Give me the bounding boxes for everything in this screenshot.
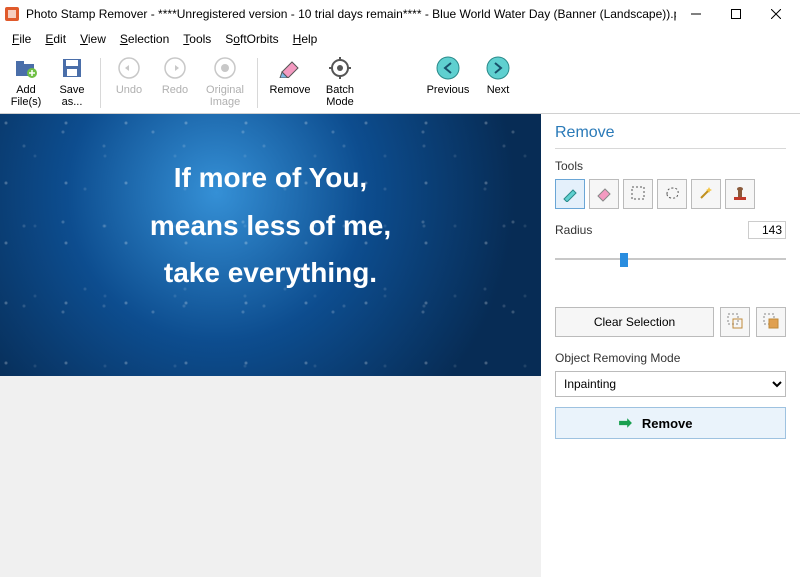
mode-label: Object Removing Mode	[555, 351, 786, 365]
canvas-area[interactable]: If more of You, means less of me, take e…	[0, 114, 541, 577]
radius-value[interactable]: 143	[748, 221, 786, 239]
next-button[interactable]: Next	[476, 54, 520, 110]
stamp-icon	[731, 184, 749, 205]
overlay-line-2: means less of me,	[0, 202, 541, 250]
stamp-tool[interactable]	[725, 179, 755, 209]
remove-button-toolbar[interactable]: Remove	[264, 54, 316, 110]
folder-plus-icon	[12, 54, 40, 82]
add-files-label: Add File(s)	[4, 84, 48, 108]
selection-tool-row	[555, 179, 786, 209]
undo-icon	[115, 54, 143, 82]
menu-edit[interactable]: Edit	[39, 30, 72, 48]
original-image-button[interactable]: Original Image	[199, 54, 251, 110]
redo-button[interactable]: Redo	[153, 54, 197, 110]
save-as-button[interactable]: Save as...	[50, 54, 94, 110]
eraser-tool-icon	[595, 184, 613, 205]
menu-file[interactable]: File	[6, 30, 37, 48]
title-bar: Photo Stamp Remover - ****Unregistered v…	[0, 0, 800, 28]
app-icon	[4, 6, 20, 22]
minimize-button[interactable]	[676, 0, 716, 28]
main-toolbar: Add File(s) Save as... Undo Redo Origina…	[0, 50, 800, 114]
previous-label: Previous	[427, 84, 470, 96]
next-label: Next	[487, 84, 510, 96]
rect-select-icon	[629, 184, 647, 205]
deselect-button[interactable]	[720, 307, 750, 337]
tools-label: Tools	[555, 159, 786, 173]
menu-softorbits[interactable]: SoftOrbits	[219, 30, 284, 48]
gear-icon	[326, 54, 354, 82]
radius-slider[interactable]	[555, 251, 786, 267]
lasso-select-tool[interactable]	[657, 179, 687, 209]
invert-selection-button[interactable]	[756, 307, 786, 337]
overlay-line-1: If more of You,	[0, 154, 541, 202]
overlay-line-3: take everything.	[0, 249, 541, 297]
previous-button[interactable]: Previous	[422, 54, 474, 110]
menu-view[interactable]: View	[74, 30, 112, 48]
radius-label: Radius	[555, 223, 592, 237]
close-button[interactable]	[756, 0, 796, 28]
clear-selection-button[interactable]: Clear Selection	[555, 307, 714, 337]
previous-icon	[434, 54, 462, 82]
save-icon	[58, 54, 86, 82]
arrow-right-icon: ➡	[619, 413, 632, 433]
undo-button[interactable]: Undo	[107, 54, 151, 110]
batch-mode-label: Batch Mode	[318, 84, 362, 108]
menu-help[interactable]: Help	[287, 30, 324, 48]
menu-bar: File Edit View Selection Tools SoftOrbit…	[0, 28, 800, 50]
redo-label: Redo	[162, 84, 188, 96]
rect-select-tool[interactable]	[623, 179, 653, 209]
workspace: If more of You, means less of me, take e…	[0, 114, 800, 577]
deselect-icon	[726, 312, 744, 333]
remove-toolbar-label: Remove	[270, 84, 311, 96]
next-icon	[484, 54, 512, 82]
side-panel: Remove Tools Radius 143 Clear Selection …	[541, 114, 800, 577]
redo-icon	[161, 54, 189, 82]
eraser-icon	[276, 54, 304, 82]
menu-tools[interactable]: Tools	[177, 30, 217, 48]
remove-action-label: Remove	[642, 416, 693, 431]
magic-wand-icon	[697, 184, 715, 205]
remove-action-button[interactable]: ➡ Remove	[555, 407, 786, 439]
window-title: Photo Stamp Remover - ****Unregistered v…	[26, 7, 676, 21]
status-bar	[0, 577, 800, 581]
original-image-label: Original Image	[199, 84, 251, 108]
add-files-button[interactable]: Add File(s)	[4, 54, 48, 110]
eraser-tool[interactable]	[589, 179, 619, 209]
batch-mode-button[interactable]: Batch Mode	[318, 54, 362, 110]
invert-selection-icon	[762, 312, 780, 333]
side-panel-title: Remove	[555, 124, 786, 149]
menu-selection[interactable]: Selection	[114, 30, 175, 48]
marker-icon	[561, 184, 579, 205]
image-overlay-text: If more of You, means less of me, take e…	[0, 154, 541, 297]
marker-tool[interactable]	[555, 179, 585, 209]
original-image-icon	[211, 54, 239, 82]
removing-mode-select[interactable]: Inpainting	[555, 371, 786, 397]
canvas-image: If more of You, means less of me, take e…	[0, 114, 541, 376]
save-as-label: Save as...	[50, 84, 94, 108]
magic-wand-tool[interactable]	[691, 179, 721, 209]
undo-label: Undo	[116, 84, 142, 96]
maximize-button[interactable]	[716, 0, 756, 28]
lasso-icon	[663, 184, 681, 205]
